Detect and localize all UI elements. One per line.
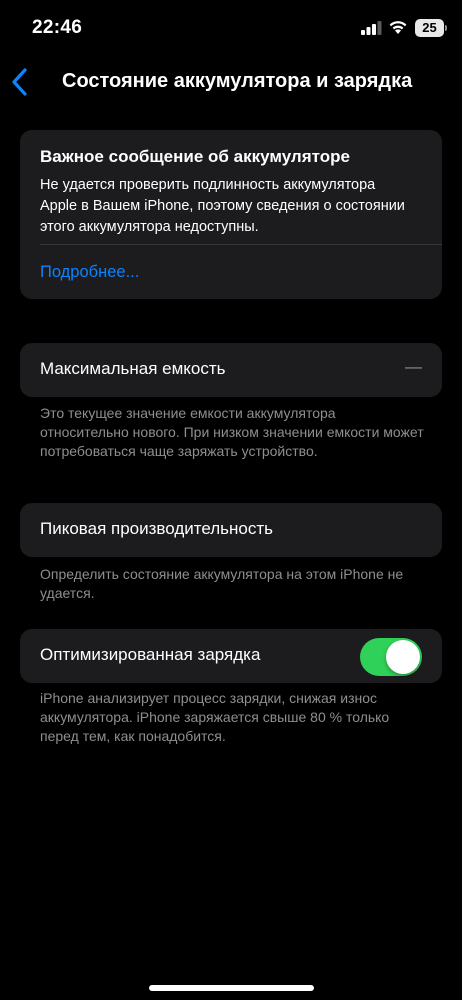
learn-more-link[interactable]: Подробнее... [40, 263, 139, 282]
max-capacity-footnote: Это текущее значение емкости аккумулятор… [40, 405, 424, 459]
peak-performance-row: Пиковая производительность [20, 503, 442, 557]
status-time: 22:46 [32, 17, 83, 38]
battery-cap [445, 25, 447, 31]
peak-performance-label: Пиковая производительность [40, 519, 274, 538]
signal-icon [361, 21, 382, 35]
message-body: Не удается проверить подлинность аккумул… [40, 177, 405, 235]
status-bar: 22:46 25 [0, 0, 462, 56]
peak-performance-footnote: Определить состояние аккумулятора на это… [40, 566, 404, 601]
max-capacity-label: Максимальная емкость [40, 359, 226, 378]
home-indicator[interactable] [149, 985, 314, 991]
battery-icon: 25 [415, 19, 444, 37]
optimized-charging-row: Оптимизированная зарядка [20, 629, 442, 683]
max-capacity-value: — [405, 357, 422, 376]
max-capacity-row: Максимальная емкость — [20, 343, 442, 397]
message-title: Важное сообщение об аккумуляторе [40, 147, 350, 166]
navigation-bar: Состояние аккумулятора и зарядка [0, 60, 462, 104]
important-message-card: Важное сообщение об аккумуляторе Не удае… [20, 130, 442, 299]
page-title: Состояние аккумулятора и зарядка [62, 70, 413, 92]
toggle-knob [386, 640, 420, 674]
optimized-charging-toggle[interactable] [360, 638, 422, 676]
optimized-charging-label: Оптимизированная зарядка [40, 645, 261, 664]
wifi-icon [389, 21, 407, 34]
divider [40, 244, 442, 245]
chevron-left-icon[interactable] [8, 66, 32, 98]
optimized-charging-footnote: iPhone анализирует процесс зарядки, сниж… [40, 690, 390, 744]
